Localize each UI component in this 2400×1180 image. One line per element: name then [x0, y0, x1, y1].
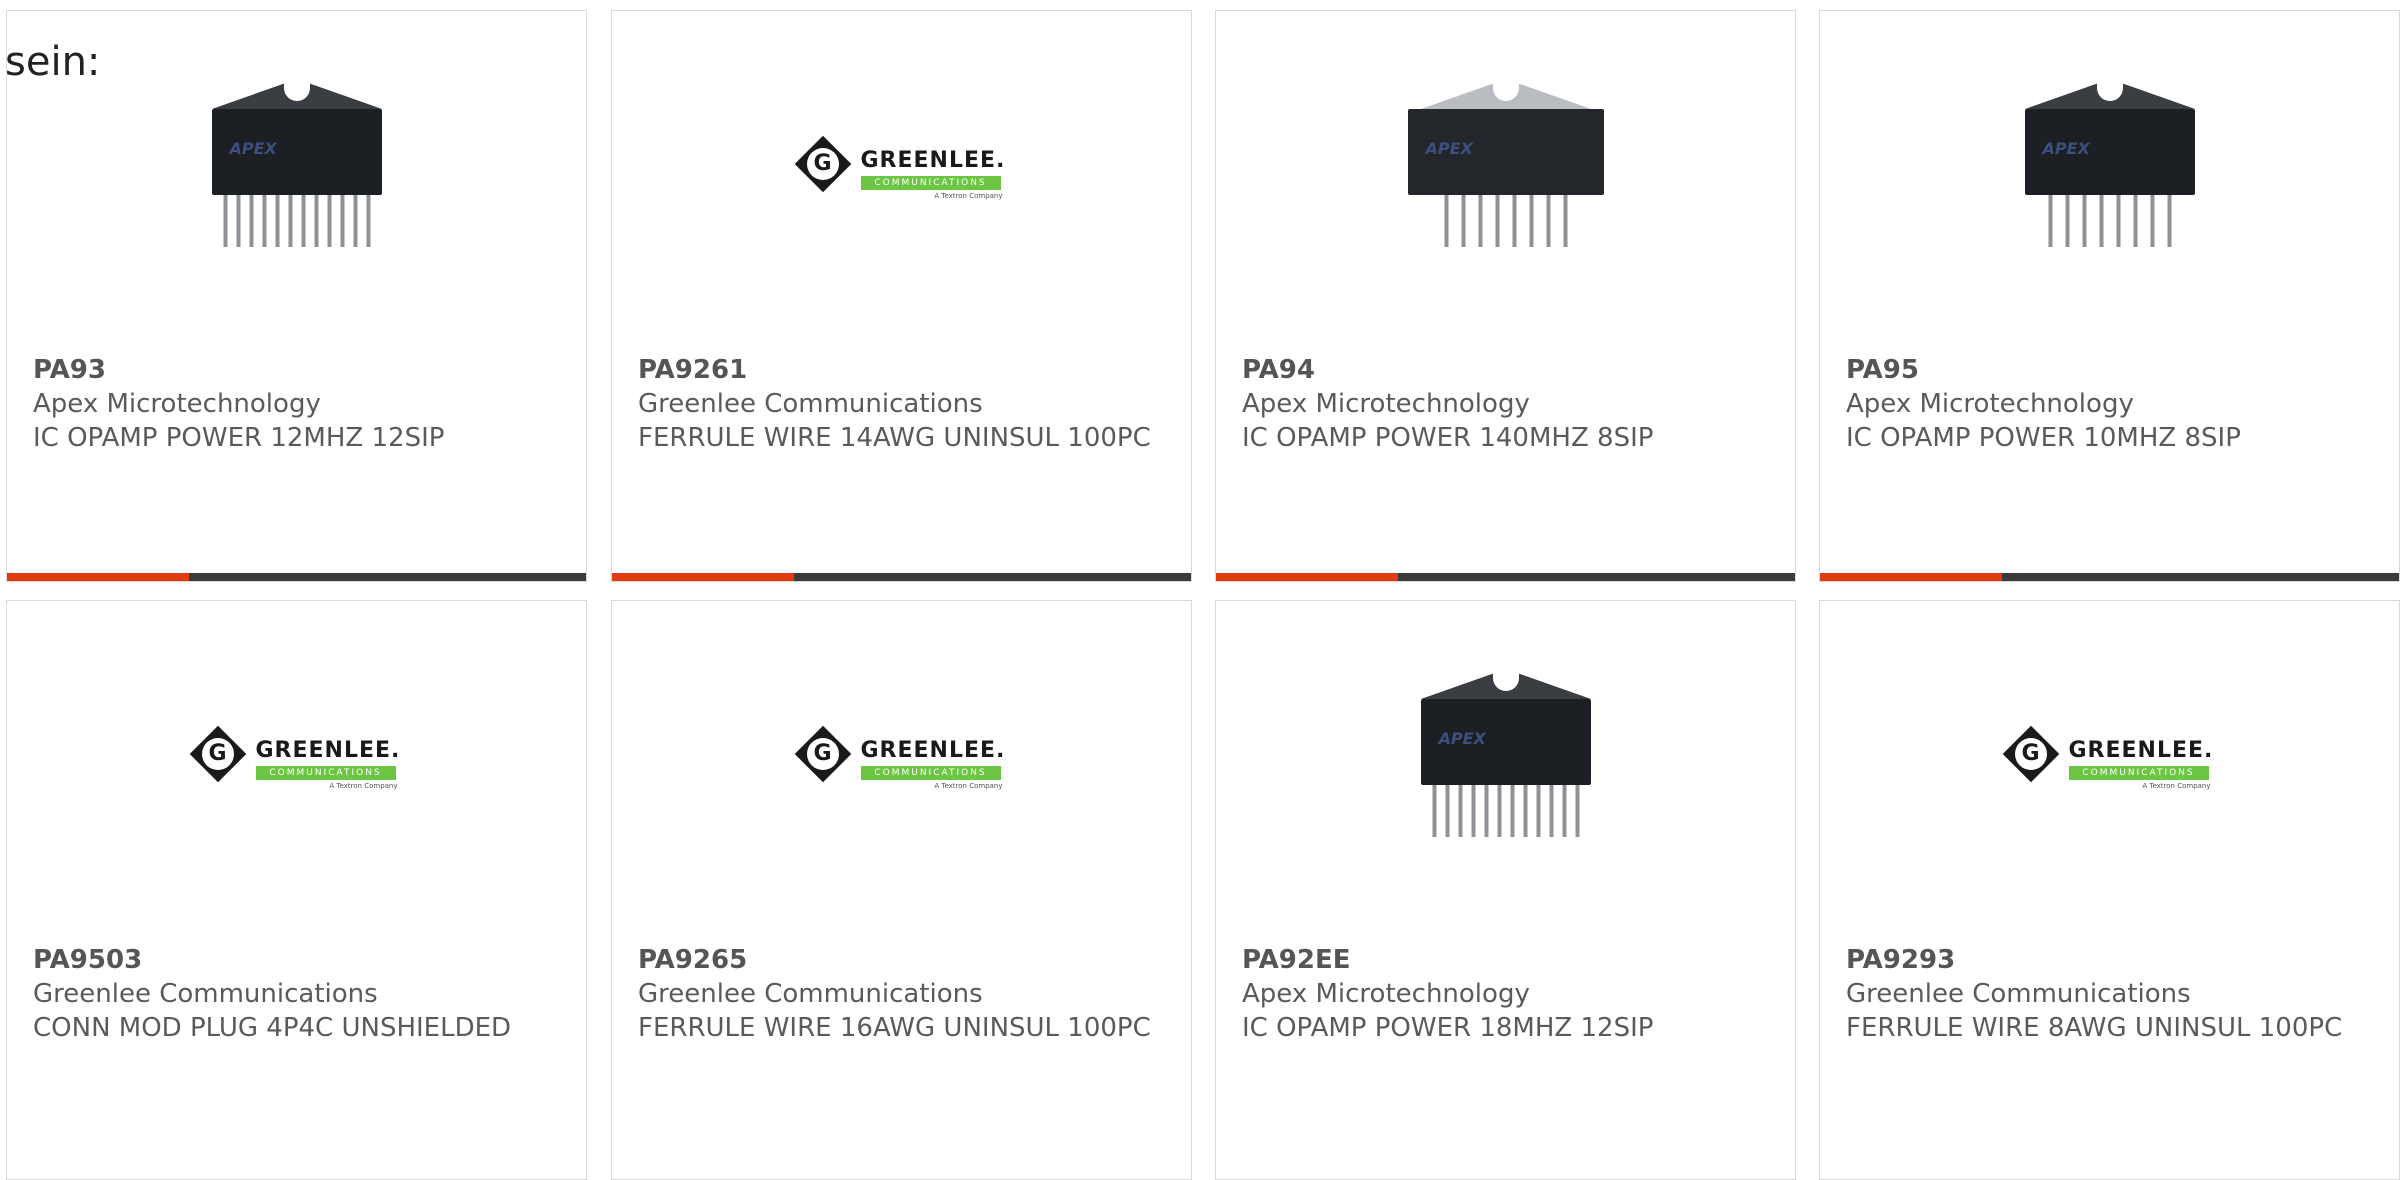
product-image[interactable]: G GREENLEE. COMMUNICATIONS A Textron Com…: [612, 601, 1191, 921]
greenlee-logo: G GREENLEE. COMMUNICATIONS A Textron Com…: [189, 725, 402, 796]
chip-logo: APEX: [2042, 139, 2090, 158]
manufacturer: Apex Microtechnology: [1242, 389, 1530, 419]
product-card[interactable]: G GREENLEE. COMMUNICATIONS A Textron Com…: [611, 10, 1192, 582]
product-image[interactable]: G GREENLEE. COMMUNICATIONS A Textron Com…: [1820, 601, 2399, 921]
logo-word: GREENLEE.: [860, 148, 1006, 173]
ic-chip-icon: APEX: [2015, 71, 2205, 271]
logo-sub: A Textron Company: [934, 782, 1003, 790]
logo-word: GREENLEE.: [255, 738, 401, 763]
description: IC OPAMP POWER 10MHZ 8SIP: [1846, 423, 2241, 453]
intro-text: sein:: [5, 39, 101, 85]
description: IC OPAMP POWER 18MHZ 12SIP: [1242, 1013, 1654, 1043]
card-bottom-bar: [7, 573, 586, 581]
description: FERRULE WIRE 8AWG UNINSUL 100PC: [1846, 1013, 2343, 1043]
logo-word: GREENLEE.: [2068, 738, 2214, 763]
card-bottom-accent: [612, 573, 794, 581]
part-number[interactable]: PA9503: [33, 943, 566, 977]
part-number[interactable]: PA93: [33, 353, 566, 387]
chip-logo: APEX: [1425, 139, 1473, 158]
description: FERRULE WIRE 14AWG UNINSUL 100PC: [638, 423, 1151, 453]
chip-logo: APEX: [229, 139, 277, 158]
logo-strip: COMMUNICATIONS: [2068, 766, 2209, 780]
product-card[interactable]: APEX PA94 Apex Microtechnology IC OPAMP …: [1215, 10, 1796, 582]
ic-chip-icon: APEX: [1406, 71, 1606, 271]
greenlee-logo: G GREENLEE. COMMUNICATIONS A Textron Com…: [2002, 725, 2215, 796]
part-number[interactable]: PA9261: [638, 353, 1171, 387]
card-bottom-bar: [1216, 573, 1795, 581]
product-card[interactable]: G GREENLEE. COMMUNICATIONS A Textron Com…: [611, 600, 1192, 1180]
product-image[interactable]: APEX: [1216, 601, 1795, 921]
product-card[interactable]: APEX PA92EE Apex Microtechnology IC OPAM…: [1215, 600, 1796, 1180]
manufacturer: Apex Microtechnology: [1846, 389, 2134, 419]
product-image[interactable]: APEX: [1820, 11, 2399, 331]
card-bottom-accent: [1820, 573, 2002, 581]
description: IC OPAMP POWER 12MHZ 12SIP: [33, 423, 445, 453]
manufacturer: Greenlee Communications: [638, 979, 983, 1009]
description: IC OPAMP POWER 140MHZ 8SIP: [1242, 423, 1654, 453]
manufacturer: Greenlee Communications: [638, 389, 983, 419]
ic-chip-icon: APEX: [202, 71, 392, 271]
logo-strip: COMMUNICATIONS: [860, 766, 1001, 780]
description: FERRULE WIRE 16AWG UNINSUL 100PC: [638, 1013, 1151, 1043]
part-number[interactable]: PA92EE: [1242, 943, 1775, 977]
manufacturer: Greenlee Communications: [1846, 979, 2191, 1009]
logo-sub: A Textron Company: [2142, 782, 2211, 790]
manufacturer: Apex Microtechnology: [1242, 979, 1530, 1009]
product-card[interactable]: APEX PA93 Apex Microtechnology IC OPAMP …: [6, 10, 587, 582]
product-image[interactable]: G GREENLEE. COMMUNICATIONS A Textron Com…: [612, 11, 1191, 331]
logo-sub: A Textron Company: [934, 192, 1003, 200]
part-number[interactable]: PA95: [1846, 353, 2379, 387]
part-number[interactable]: PA9265: [638, 943, 1171, 977]
product-image[interactable]: G GREENLEE. COMMUNICATIONS A Textron Com…: [7, 601, 586, 921]
ic-chip-icon: APEX: [1411, 661, 1601, 861]
product-image[interactable]: APEX: [1216, 11, 1795, 331]
manufacturer: Greenlee Communications: [33, 979, 378, 1009]
card-bottom-bar: [612, 573, 1191, 581]
description: CONN MOD PLUG 4P4C UNSHIELDED: [33, 1013, 512, 1043]
part-number[interactable]: PA9293: [1846, 943, 2379, 977]
logo-sub: A Textron Company: [329, 782, 398, 790]
chip-logo: APEX: [1438, 729, 1486, 748]
product-card[interactable]: G GREENLEE. COMMUNICATIONS A Textron Com…: [6, 600, 587, 1180]
greenlee-logo: G GREENLEE. COMMUNICATIONS A Textron Com…: [794, 135, 1007, 206]
greenlee-logo: G GREENLEE. COMMUNICATIONS A Textron Com…: [794, 725, 1007, 796]
card-bottom-bar: [1820, 573, 2399, 581]
card-bottom-accent: [1216, 573, 1398, 581]
logo-word: GREENLEE.: [860, 738, 1006, 763]
logo-strip: COMMUNICATIONS: [255, 766, 396, 780]
product-card[interactable]: G GREENLEE. COMMUNICATIONS A Textron Com…: [1819, 600, 2400, 1180]
card-bottom-accent: [7, 573, 189, 581]
manufacturer: Apex Microtechnology: [33, 389, 321, 419]
part-number[interactable]: PA94: [1242, 353, 1775, 387]
logo-strip: COMMUNICATIONS: [860, 176, 1001, 190]
product-card[interactable]: APEX PA95 Apex Microtechnology IC OPAMP …: [1819, 10, 2400, 582]
